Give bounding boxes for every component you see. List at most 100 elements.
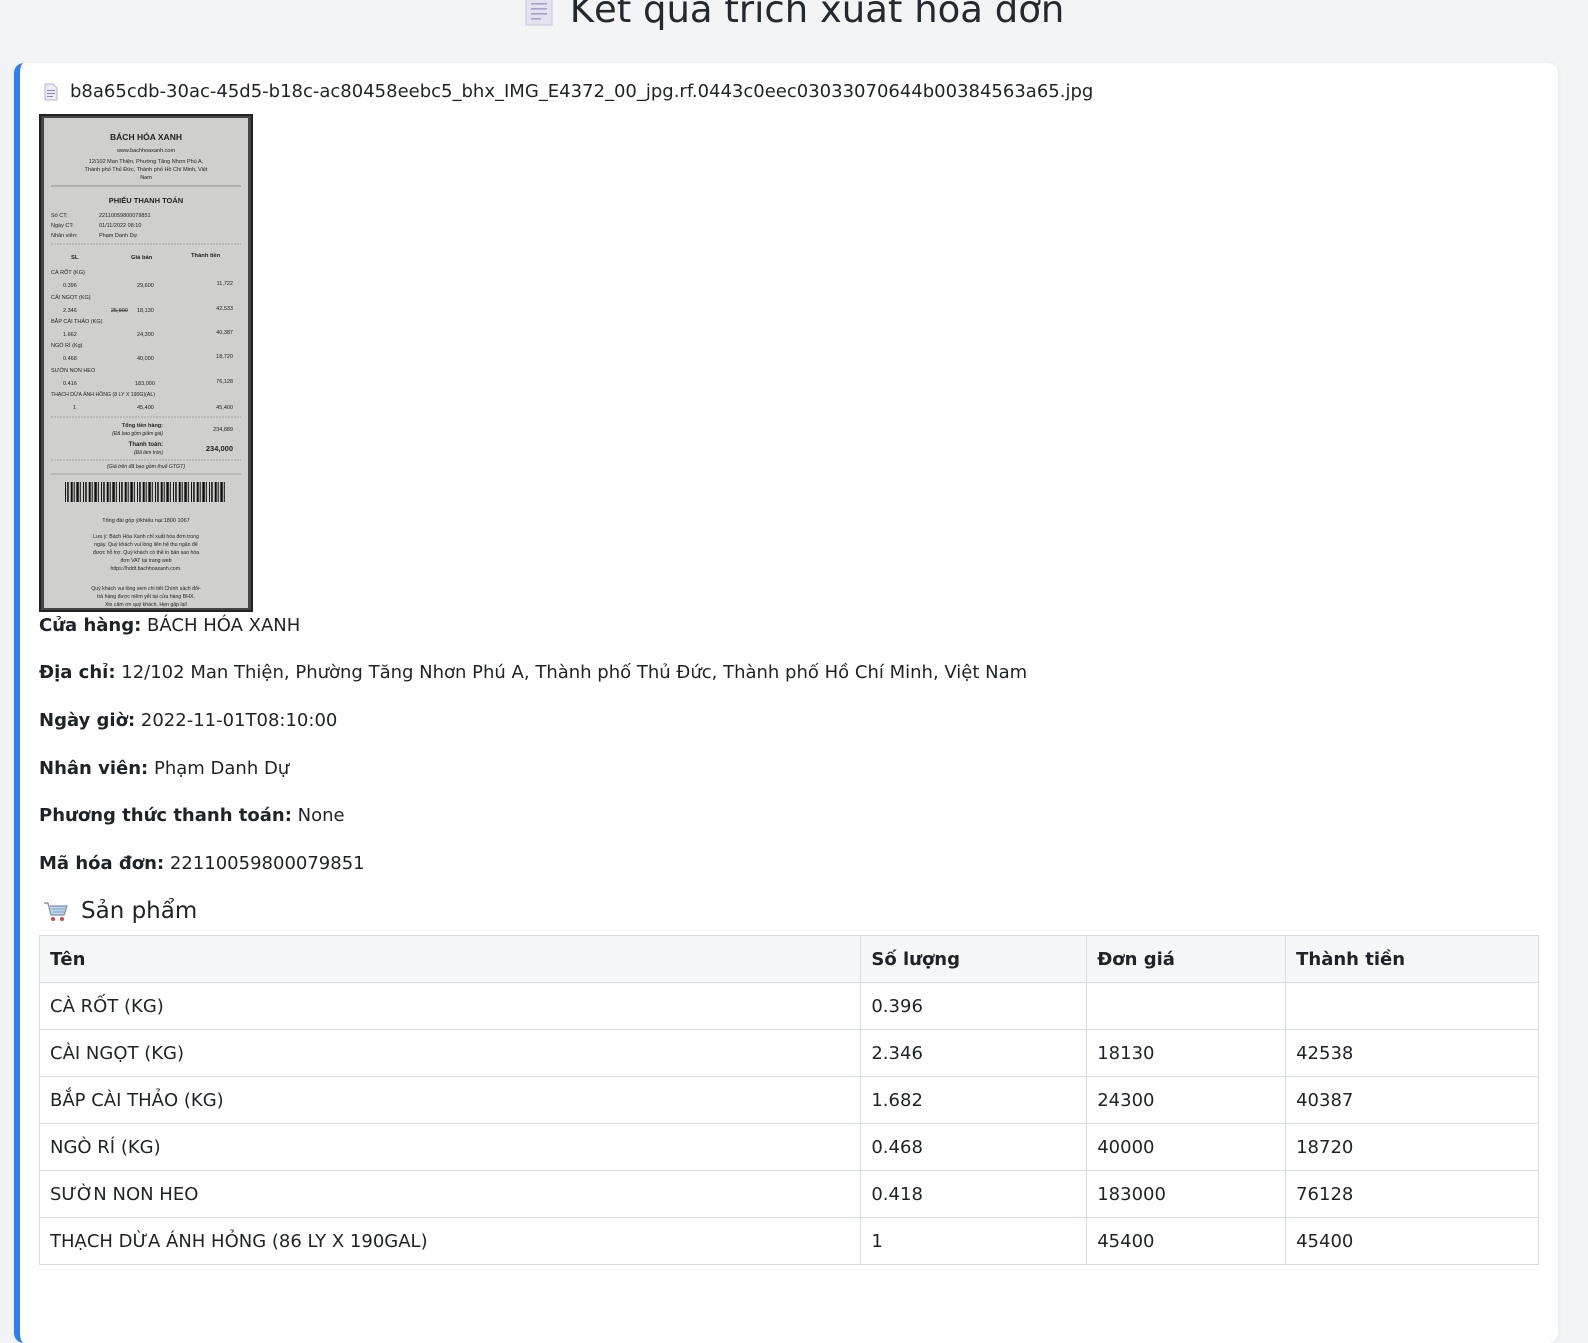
receipt-total-note: (Đã bao gồm giảm giá) — [112, 430, 163, 437]
receipt-address-2: Thành phố Thủ Đức, Thành phố Hồ Chí Minh… — [85, 166, 208, 173]
product-total — [1285, 982, 1539, 1030]
products-title: Sản phẩm — [81, 898, 198, 924]
product-quantity: 0.468 — [860, 1123, 1088, 1171]
product-total: 18720 — [1285, 1123, 1539, 1171]
receipt-note-line: được hỗ trợ. Quý khách có thể in bản sao… — [93, 549, 199, 556]
file-name-row: b8a65cdb-30ac-45d5-b18c-ac80458eebc5_bhx… — [44, 81, 1093, 102]
receipt-col-tt: Thành tiền — [191, 253, 221, 259]
receipt-line-qty: 0.416 — [63, 381, 77, 387]
receipt-total-value: 234,889 — [213, 427, 233, 433]
receipt-nhan-vien: Phạm Danh Dự — [99, 233, 138, 239]
receipt-total-label: Tổng tiền hàng: — [122, 422, 163, 429]
receipt-col-sl: SL — [71, 255, 79, 261]
product-unit-price: 24300 — [1086, 1076, 1287, 1124]
receipt-ngay-ct: 01/11/2022 08:10 — [99, 223, 141, 229]
receipt-so-ct: 22110059800079851 — [99, 213, 151, 219]
product-name: CÀ RỐT (KG) — [38, 982, 862, 1030]
result-card: b8a65cdb-30ac-45d5-b18c-ac80458eebc5_bhx… — [14, 63, 1558, 1343]
payment-label: Phương thức thanh toán: — [39, 805, 292, 826]
payment-value: None — [297, 805, 345, 826]
product-quantity: 0.418 — [860, 1170, 1088, 1218]
product-total: 40387 — [1285, 1076, 1539, 1124]
table-row: SƯỜN NON HEO 0.418 183000 76128 — [38, 1170, 1539, 1218]
receipt-note-line: ngày. Quý khách vui lòng liên hệ thu ngâ… — [94, 541, 198, 548]
product-total: 45400 — [1285, 1217, 1539, 1265]
products-table: Tên Số lượng Đơn giá Thành tiền CÀ RỐT (… — [38, 935, 1539, 1265]
receipt-ngay-ct-label: Ngày CT: — [51, 223, 74, 229]
product-unit-price: 45400 — [1086, 1217, 1287, 1265]
datetime-info: Ngày giờ: 2022-11-01T08:10:00 — [39, 710, 337, 731]
table-row: CÀI NGỌT (KG) 2.346 18130 42538 — [38, 1029, 1539, 1077]
staff-info: Nhân viên: Phạm Danh Dự — [39, 758, 289, 779]
receipt-line-name: THẠCH DỪA ÁNH HỒNG (8 LY X 190G)(AL) — [51, 391, 155, 398]
product-name: CÀI NGỌT (KG) — [38, 1029, 862, 1077]
receipt-website: www.bachhoaxanh.com — [116, 148, 176, 154]
product-quantity: 1 — [860, 1217, 1088, 1265]
receipt-note-line: trả hàng được niêm yết tại cửa hàng BHX. — [97, 593, 195, 600]
receipt-line-total: 40,387 — [216, 330, 233, 336]
store-value: BÁCH HÓA XANH — [147, 615, 301, 636]
receipt-note-line: Xin cảm ơn quý khách. Hẹn gặp lại! — [105, 602, 187, 608]
receipt-note-line: Quý khách vui lòng xem chi tiết Chính sá… — [91, 585, 201, 592]
product-unit-price: 183000 — [1086, 1170, 1287, 1218]
column-header-total: Thành tiền — [1285, 935, 1539, 983]
store-label: Cửa hàng: — [39, 615, 142, 636]
product-name: BẮP CÀI THẢO (KG) — [38, 1076, 862, 1124]
receipt-line-total: 18,720 — [216, 354, 233, 360]
invoice-value: 22110059800079851 — [169, 853, 365, 874]
staff-label: Nhân viên: — [39, 758, 149, 779]
product-unit-price — [1086, 982, 1287, 1030]
receipt-line-price: 18,130 — [137, 308, 154, 314]
receipt-line-qty: 0.396 — [63, 283, 77, 289]
product-quantity: 1.682 — [860, 1076, 1088, 1124]
receipt-line-name: CÀ RỐT (KG) — [51, 269, 85, 276]
document-icon — [525, 0, 553, 26]
datetime-label: Ngày giờ: — [39, 710, 136, 731]
products-heading: Sản phẩm — [43, 898, 197, 924]
receipt-line-total: 45,400 — [216, 405, 233, 411]
column-header-unit-price: Đơn giá — [1086, 935, 1287, 983]
receipt-note-line: Lưu ý: Bách Hóa Xanh chỉ xuất hóa đơn tr… — [93, 533, 199, 540]
receipt-note-line: https://hddt.bachhoaxanh.com. — [111, 566, 182, 572]
receipt-address-1: 12/102 Man Thiện, Phường Tăng Nhơn Phú A… — [89, 159, 204, 165]
receipt-line-qty: 1 — [73, 405, 76, 411]
receipt-line-total: 76,128 — [216, 379, 233, 385]
product-unit-price: 18130 — [1086, 1029, 1287, 1077]
receipt-line-name: NGÒ RÍ (Kg) — [51, 342, 83, 349]
receipt-image: BÁCH HÓA XANH www.bachhoaxanh.com 12/102… — [39, 114, 253, 612]
receipt-so-ct-label: Số CT: — [51, 213, 68, 219]
table-row: NGÒ RÍ (KG) 0.468 40000 18720 — [38, 1123, 1539, 1171]
product-quantity: 2.346 — [860, 1029, 1088, 1077]
page-title-text: Kết quả trích xuất hóa đơn — [569, 0, 1065, 31]
receipt-line-name: CẢI NGỌT (KG) — [51, 294, 91, 301]
product-unit-price: 40000 — [1086, 1123, 1287, 1171]
staff-value: Phạm Danh Dự — [153, 758, 290, 779]
receipt-line-old-price: 25,900 — [111, 308, 128, 314]
receipt-line-price: 45,400 — [137, 405, 154, 411]
invoice-label: Mã hóa đơn: — [39, 853, 165, 874]
receipt-line-price: 24,300 — [137, 332, 154, 338]
receipt-line-price: 40,000 — [137, 356, 154, 362]
receipt-pay-label: Thanh toán: — [129, 442, 163, 448]
receipt-line-total: 42,533 — [216, 306, 233, 312]
receipt-line-name: SƯỜN NON HEO — [51, 367, 96, 374]
product-name: SƯỜN NON HEO — [38, 1170, 862, 1218]
table-row: THẠCH DỪA ÁNH HỎNG (86 LY X 190GAL) 1 45… — [38, 1217, 1539, 1265]
column-header-quantity: Số lượng — [860, 935, 1088, 983]
table-row: BẮP CÀI THẢO (KG) 1.682 24300 40387 — [38, 1076, 1539, 1124]
invoice-info: Mã hóa đơn: 22110059800079851 — [39, 853, 365, 874]
receipt-line-name: BẮP CẢI THẢO (KG) — [51, 317, 103, 325]
product-total: 76128 — [1285, 1170, 1539, 1218]
product-name: THẠCH DỪA ÁNH HỎNG (86 LY X 190GAL) — [38, 1217, 862, 1265]
receipt-note-line: đơn VAT tại trang web — [121, 558, 172, 564]
store-info: Cửa hàng: BÁCH HÓA XANH — [39, 615, 300, 636]
receipt-vat-note: (Giá trên đã bao gồm thuế GTGT) — [107, 463, 185, 470]
receipt-pay-value: 234,000 — [206, 444, 233, 453]
payment-info: Phương thức thanh toán: None — [39, 805, 345, 826]
address-label: Địa chỉ: — [39, 662, 116, 683]
receipt-line-qty: 1.662 — [63, 332, 77, 338]
receipt-line-qty: 0.468 — [63, 356, 77, 362]
file-icon — [44, 83, 58, 100]
product-name: NGÒ RÍ (KG) — [38, 1123, 862, 1171]
column-header-name: Tên — [38, 935, 862, 983]
